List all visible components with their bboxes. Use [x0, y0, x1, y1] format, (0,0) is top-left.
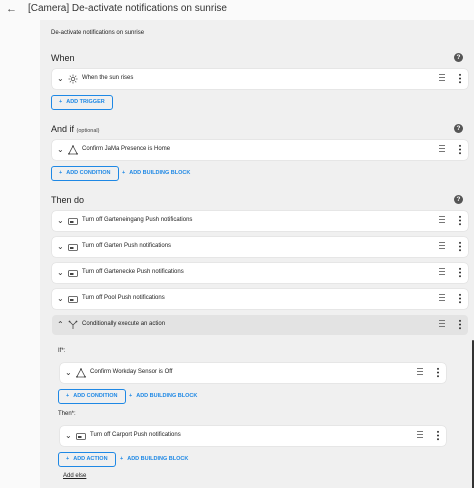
- help-circle-icon[interactable]: ?: [454, 124, 463, 133]
- action-label: Turn off Carport Push notifications: [90, 432, 181, 438]
- add-action-button[interactable]: + ADD ACTION: [58, 452, 116, 467]
- trigger-label: When the sun rises: [82, 75, 134, 81]
- sun-icon: [68, 74, 78, 84]
- more-vert-icon[interactable]: [459, 267, 461, 278]
- when-heading: When: [51, 53, 75, 63]
- plus-icon: +: [120, 456, 124, 462]
- condition-triangle-icon: [76, 368, 86, 378]
- help-circle-icon[interactable]: ?: [454, 195, 463, 204]
- if-label: If*:: [58, 348, 66, 354]
- chevron-down-icon[interactable]: ⌄: [57, 145, 64, 155]
- condition-triangle-icon: [68, 145, 78, 155]
- drag-handle-icon[interactable]: [439, 145, 445, 154]
- drag-handle-icon[interactable]: [439, 294, 445, 303]
- toggle-off-icon: [76, 433, 86, 440]
- action-label: Turn off Gartenecke Push notifications: [82, 269, 184, 275]
- chevron-down-icon[interactable]: ⌄: [57, 216, 64, 226]
- more-vert-icon[interactable]: [437, 367, 439, 378]
- drag-handle-icon[interactable]: [439, 216, 445, 225]
- condition-row[interactable]: ⌄ Confirm JaMa Presence is Home: [52, 140, 468, 160]
- branch-icon: [68, 320, 78, 329]
- action-label: Turn off Pool Push notifications: [82, 295, 165, 301]
- plus-icon: +: [66, 456, 70, 462]
- action-row[interactable]: ⌄ Turn off Pool Push notifications: [52, 289, 468, 309]
- toggle-off-icon: [68, 296, 78, 303]
- more-vert-icon[interactable]: [459, 215, 461, 226]
- add-building-block-button[interactable]: + ADD BUILDING BLOCK: [120, 452, 188, 467]
- chevron-down-icon[interactable]: ⌄: [57, 294, 64, 304]
- condition-label: Confirm Workday Sensor is Off: [90, 369, 173, 375]
- more-vert-icon[interactable]: [459, 73, 461, 84]
- more-vert-icon[interactable]: [459, 319, 461, 330]
- add-condition-button[interactable]: + ADD CONDITION: [58, 389, 126, 404]
- more-vert-icon[interactable]: [459, 241, 461, 252]
- chevron-down-icon[interactable]: ⌄: [57, 242, 64, 252]
- toggle-off-icon: [68, 270, 78, 277]
- plus-icon: +: [129, 393, 133, 399]
- nested-action-row[interactable]: ⌄ Turn off Carport Push notifications: [60, 426, 446, 446]
- plus-icon: +: [122, 170, 126, 176]
- and-if-heading: And if (optional): [51, 124, 100, 134]
- add-building-block-button[interactable]: + ADD BUILDING BLOCK: [122, 166, 190, 181]
- more-vert-icon[interactable]: [459, 293, 461, 304]
- drag-handle-icon[interactable]: [439, 268, 445, 277]
- trigger-row[interactable]: ⌄ When the sun rises: [52, 69, 468, 89]
- action-label: Conditionally execute an action: [82, 321, 166, 327]
- chevron-down-icon[interactable]: ⌄: [57, 74, 64, 84]
- more-vert-icon[interactable]: [459, 144, 461, 155]
- drag-handle-icon[interactable]: [439, 320, 445, 329]
- drag-handle-icon[interactable]: [439, 242, 445, 251]
- drag-handle-icon[interactable]: [417, 368, 423, 377]
- action-row[interactable]: ⌄ Turn off Gartenecke Push notifications: [52, 263, 468, 283]
- drag-handle-icon[interactable]: [439, 74, 445, 83]
- add-trigger-button[interactable]: + ADD TRIGGER: [51, 95, 113, 110]
- automation-editor: De-activate notifications on sunrise Whe…: [40, 20, 474, 488]
- condition-label: Confirm JaMa Presence is Home: [82, 146, 171, 152]
- action-label: Turn off Garten Push notifications: [82, 243, 172, 249]
- more-vert-icon[interactable]: [437, 430, 439, 441]
- add-condition-button[interactable]: + ADD CONDITION: [51, 166, 119, 181]
- automation-description: De-activate notifications on sunrise: [51, 30, 145, 36]
- then-label: Then*:: [58, 411, 76, 417]
- top-bar: ← [Camera] De-activate notifications on …: [0, 0, 474, 20]
- chevron-up-icon[interactable]: ⌃: [57, 320, 64, 330]
- toggle-off-icon: [68, 244, 78, 251]
- plus-icon: +: [66, 393, 70, 399]
- arrow-left-icon[interactable]: ←: [6, 3, 17, 15]
- chevron-down-icon[interactable]: ⌄: [65, 368, 72, 378]
- action-label: Turn off Garteneingang Push notification…: [82, 217, 193, 223]
- action-row[interactable]: ⌄ Turn off Garteneingang Push notificati…: [52, 211, 468, 231]
- chevron-down-icon[interactable]: ⌄: [65, 431, 72, 441]
- drag-handle-icon[interactable]: [417, 431, 423, 440]
- plus-icon: +: [59, 99, 63, 105]
- plus-icon: +: [59, 170, 63, 176]
- nested-condition-row[interactable]: ⌄ Confirm Workday Sensor is Off: [60, 363, 446, 383]
- add-building-block-button[interactable]: + ADD BUILDING BLOCK: [129, 389, 197, 404]
- page-title: [Camera] De-activate notifications on su…: [28, 3, 227, 14]
- action-row[interactable]: ⌄ Turn off Garten Push notifications: [52, 237, 468, 257]
- conditional-action-row[interactable]: ⌃ Conditionally execute an action: [52, 315, 468, 335]
- then-do-heading: Then do: [51, 195, 85, 205]
- chevron-down-icon[interactable]: ⌄: [57, 268, 64, 278]
- help-circle-icon[interactable]: ?: [454, 53, 463, 62]
- add-else-link[interactable]: Add else: [63, 473, 86, 479]
- toggle-off-icon: [68, 218, 78, 225]
